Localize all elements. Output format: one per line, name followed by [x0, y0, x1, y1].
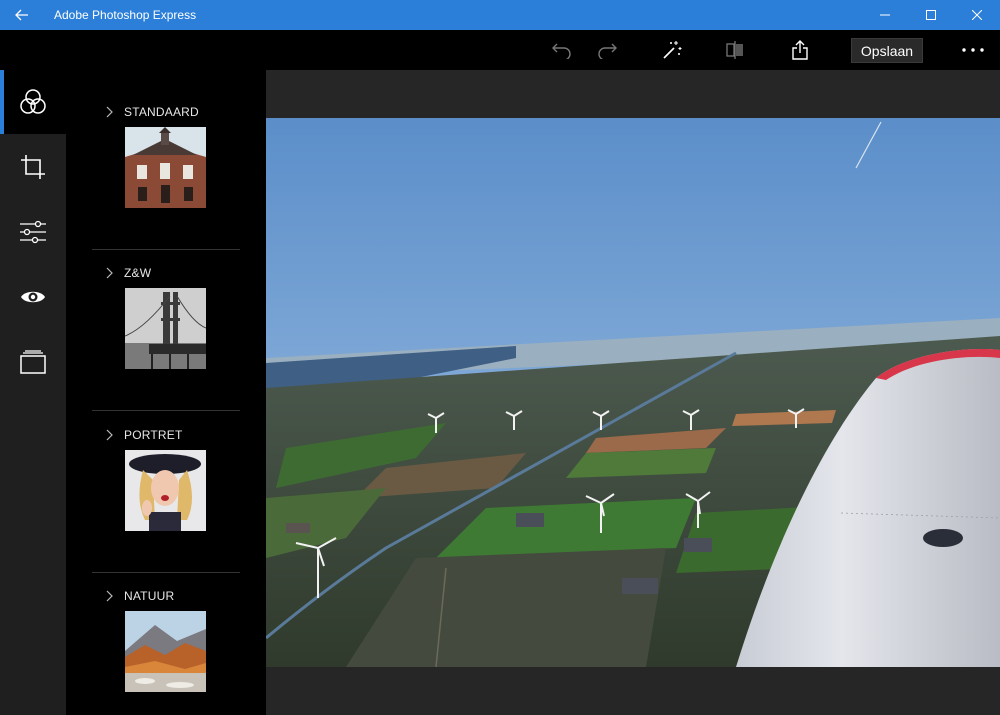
filter-thumbnail-standaard[interactable] [125, 127, 206, 208]
tool-rail [0, 70, 66, 715]
divider [92, 572, 240, 573]
eye-icon [21, 291, 45, 303]
chevron-right-icon [100, 263, 120, 283]
window-controls [862, 0, 1000, 30]
more-icon [962, 48, 984, 52]
filter-category[interactable]: NATUUR [92, 586, 240, 696]
rail-item-crop[interactable] [0, 135, 66, 199]
crop-icon [21, 155, 45, 179]
app-title: Adobe Photoshop Express [54, 8, 197, 22]
chevron-right-icon [100, 586, 120, 606]
borders-icon [20, 350, 46, 374]
rail-item-borders[interactable] [0, 330, 66, 394]
filter-category[interactable]: Z&W [92, 263, 240, 373]
filter-category[interactable]: STANDAARD [92, 102, 240, 212]
filter-thumbnail-zw[interactable] [125, 288, 206, 369]
close-button[interactable] [954, 0, 1000, 30]
filter-category[interactable]: PORTRET [92, 425, 240, 535]
share-button[interactable] [788, 38, 812, 62]
rail-item-looks[interactable] [0, 70, 66, 134]
looks-circles-icon [20, 89, 46, 114]
compare-icon [726, 41, 743, 59]
chevron-right-icon [100, 102, 120, 122]
undo-button[interactable] [550, 38, 574, 62]
back-button[interactable] [0, 0, 44, 30]
share-icon [792, 40, 808, 60]
canvas-area [266, 70, 1000, 715]
undo-icon [552, 43, 571, 59]
maximize-button[interactable] [908, 0, 954, 30]
title-bar: Adobe Photoshop Express [0, 0, 1000, 30]
toolbar: Opslaan [0, 30, 1000, 70]
rail-item-eye[interactable] [0, 265, 66, 329]
filter-thumbnail-natuur[interactable] [125, 611, 206, 692]
filter-category-label: NATUUR [124, 589, 175, 603]
chevron-right-icon [100, 425, 120, 445]
more-options-button[interactable] [956, 38, 990, 62]
magic-wand-icon [663, 41, 682, 59]
filter-category-label: Z&W [124, 266, 152, 280]
back-arrow-icon [15, 9, 28, 21]
filter-category-label: STANDAARD [124, 105, 199, 119]
compare-button[interactable] [723, 38, 747, 62]
filter-panel: STANDAARD Z&W PORTRET NATUUR [66, 70, 266, 715]
minimize-icon [880, 14, 890, 16]
redo-button[interactable] [595, 38, 619, 62]
adjust-sliders-icon [20, 220, 46, 244]
filter-thumbnail-portret[interactable] [125, 450, 206, 531]
close-icon [972, 10, 982, 20]
divider [92, 410, 240, 411]
save-button[interactable]: Opslaan [851, 38, 923, 63]
redo-icon [598, 43, 617, 59]
maximize-icon [926, 10, 936, 20]
rail-item-adjust[interactable] [0, 200, 66, 264]
divider [92, 249, 240, 250]
minimize-button[interactable] [862, 0, 908, 30]
photo-preview[interactable] [266, 118, 1000, 667]
auto-fix-button[interactable] [660, 38, 684, 62]
filter-category-label: PORTRET [124, 428, 183, 442]
